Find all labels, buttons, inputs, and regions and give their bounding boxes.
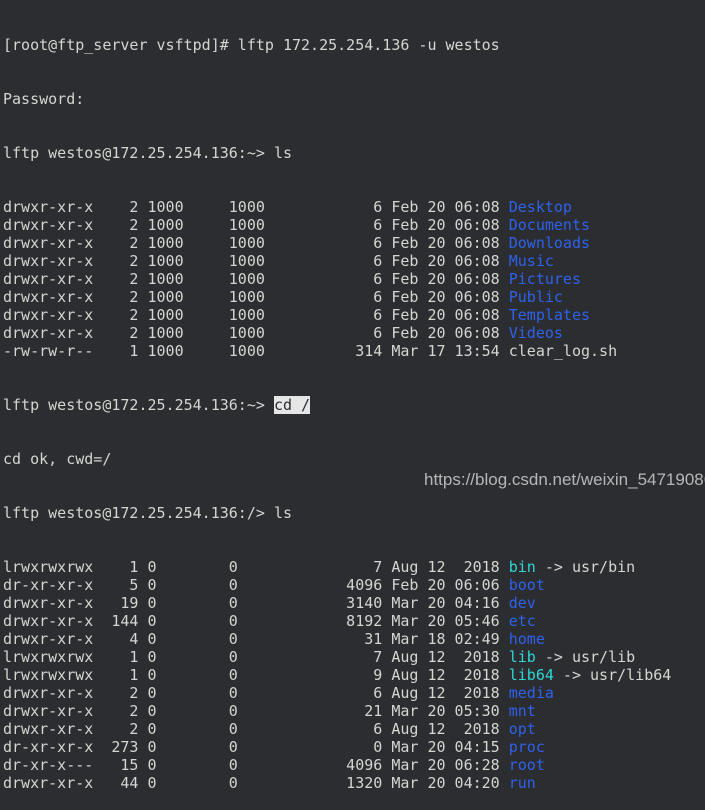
file-name[interactable]: dev [509,594,536,612]
file-meta: drwxr-xr-x 2 1000 1000 6 Feb 20 06:08 [3,234,509,252]
file-meta: drwxr-xr-x 2 1000 1000 6 Feb 20 06:08 [3,324,509,342]
file-name[interactable]: run [509,774,536,792]
list-item: drwxr-xr-x 2 1000 1000 6 Feb 20 06:08 Pu… [3,288,671,306]
prompt: lftp westos@172.25.254.136:~> [3,396,274,414]
file-name[interactable]: Desktop [509,198,572,216]
file-meta: drwxr-xr-x 2 1000 1000 6 Feb 20 06:08 [3,252,509,270]
file-name[interactable]: Videos [509,324,563,342]
file-meta: drwxr-xr-x 144 0 0 8192 Mar 20 05:46 [3,612,509,630]
file-meta: dr-xr-xr-x 5 0 0 4096 Feb 20 06:06 [3,576,509,594]
command-text: ls [273,144,292,162]
root-listing: lrwxrwxrwx 1 0 0 7 Aug 12 2018 bin -> us… [3,558,671,792]
file-name[interactable]: etc [509,612,536,630]
terminal-output[interactable]: [root@ftp_server vsftpd]# lftp 172.25.25… [3,0,671,810]
file-name[interactable]: boot [509,576,545,594]
list-item: drwxr-xr-x 2 0 0 21 Mar 20 05:30 mnt [3,702,671,720]
list-item: drwxr-xr-x 2 0 0 6 Aug 12 2018 media [3,684,671,702]
file-name[interactable]: Downloads [509,234,590,252]
file-meta: drwxr-xr-x 2 1000 1000 6 Feb 20 06:08 [3,270,509,288]
file-name[interactable]: media [509,684,554,702]
list-item: drwxr-xr-x 2 1000 1000 6 Feb 20 06:08 Vi… [3,324,671,342]
file-name[interactable]: proc [509,738,545,756]
file-name[interactable]: opt [509,720,536,738]
selected-command-text[interactable]: cd / [273,396,311,414]
link-target: -> usr/lib64 [553,666,672,684]
file-name[interactable]: home [509,630,545,648]
file-meta: drwxr-xr-x 4 0 0 31 Mar 18 02:49 [3,630,509,648]
file-name[interactable]: lib [509,648,536,666]
file-name[interactable]: bin [509,558,536,576]
file-name[interactable]: clear_log.sh [509,342,617,360]
file-meta: drwxr-xr-x 19 0 0 3140 Mar 20 04:16 [3,594,509,612]
file-meta: lrwxrwxrwx 1 0 0 7 Aug 12 2018 [3,558,509,576]
command-text: ls [273,504,292,522]
list-item: dr-xr-xr-x 5 0 0 4096 Feb 20 06:06 boot [3,576,671,594]
file-name[interactable]: mnt [509,702,536,720]
list-item: drwxr-xr-x 44 0 0 1320 Mar 20 04:20 run [3,774,671,792]
list-item: drwxr-xr-x 2 1000 1000 6 Feb 20 06:08 Do… [3,216,671,234]
file-name[interactable]: root [509,756,545,774]
list-item: drwxr-xr-x 2 1000 1000 6 Feb 20 06:08 Te… [3,306,671,324]
prompt-line: lftp westos@172.25.254.136:/> ls [3,504,671,522]
password-prompt: Password: [3,90,85,108]
file-meta: drwxr-xr-x 2 1000 1000 6 Feb 20 06:08 [3,198,509,216]
file-meta: dr-xr-x--- 15 0 0 4096 Mar 20 06:28 [3,756,509,774]
cd-result: cd ok, cwd=/ [3,450,112,468]
shell-command-line: [root@ftp_server vsftpd]# lftp 172.25.25… [3,36,671,54]
file-name[interactable]: Music [509,252,554,270]
list-item: dr-xr-x--- 15 0 0 4096 Mar 20 06:28 root [3,756,671,774]
list-item: drwxr-xr-x 2 1000 1000 6 Feb 20 06:08 De… [3,198,671,216]
list-item: drwxr-xr-x 144 0 0 8192 Mar 20 05:46 etc [3,612,671,630]
link-target: -> usr/bin [535,558,636,576]
password-prompt-line: Password: [3,90,671,108]
file-name[interactable]: Public [509,288,563,306]
file-name[interactable]: Documents [509,216,590,234]
file-meta: drwxr-xr-x 2 0 0 6 Aug 12 2018 [3,684,509,702]
list-item: -rw-rw-r-- 1 1000 1000 314 Mar 17 13:54 … [3,342,671,360]
file-name[interactable]: Pictures [509,270,581,288]
file-meta: drwxr-xr-x 2 1000 1000 6 Feb 20 06:08 [3,288,509,306]
link-target: -> usr/lib [535,648,636,666]
list-item: drwxr-xr-x 4 0 0 31 Mar 18 02:49 home [3,630,671,648]
list-item: drwxr-xr-x 2 1000 1000 6 Feb 20 06:08 Mu… [3,252,671,270]
prompt-line: lftp westos@172.25.254.136:~> ls [3,144,671,162]
file-meta: drwxr-xr-x 2 0 0 6 Aug 12 2018 [3,720,509,738]
file-meta: drwxr-xr-x 2 1000 1000 6 Feb 20 06:08 [3,306,509,324]
prompt: lftp westos@172.25.254.136:/> [3,504,274,522]
list-item: drwxr-xr-x 2 1000 1000 6 Feb 20 06:08 Pi… [3,270,671,288]
watermark: https://blog.csdn.net/weixin_54719086 [424,470,705,489]
file-meta: lrwxrwxrwx 1 0 0 7 Aug 12 2018 [3,648,509,666]
list-item: lrwxrwxrwx 1 0 0 9 Aug 12 2018 lib64 -> … [3,666,671,684]
prompt-line: lftp westos@172.25.254.136:~> cd / [3,396,671,414]
file-meta: dr-xr-xr-x 273 0 0 0 Mar 20 04:15 [3,738,509,756]
file-meta: lrwxrwxrwx 1 0 0 9 Aug 12 2018 [3,666,509,684]
list-item: lrwxrwxrwx 1 0 0 7 Aug 12 2018 bin -> us… [3,558,671,576]
list-item: drwxr-xr-x 19 0 0 3140 Mar 20 04:16 dev [3,594,671,612]
cd-result-line: cd ok, cwd=/ [3,450,671,468]
file-meta: -rw-rw-r-- 1 1000 1000 314 Mar 17 13:54 [3,342,509,360]
file-meta: drwxr-xr-x 2 1000 1000 6 Feb 20 06:08 [3,216,509,234]
list-item: drwxr-xr-x 2 1000 1000 6 Feb 20 06:08 Do… [3,234,671,252]
command-text: [root@ftp_server vsftpd]# lftp 172.25.25… [3,36,500,54]
home-listing: drwxr-xr-x 2 1000 1000 6 Feb 20 06:08 De… [3,198,671,360]
prompt: lftp westos@172.25.254.136:~> [3,144,274,162]
list-item: lrwxrwxrwx 1 0 0 7 Aug 12 2018 lib -> us… [3,648,671,666]
list-item: dr-xr-xr-x 273 0 0 0 Mar 20 04:15 proc [3,738,671,756]
list-item: drwxr-xr-x 2 0 0 6 Aug 12 2018 opt [3,720,671,738]
file-meta: drwxr-xr-x 2 0 0 21 Mar 20 05:30 [3,702,509,720]
file-meta: drwxr-xr-x 44 0 0 1320 Mar 20 04:20 [3,774,509,792]
file-name[interactable]: lib64 [509,666,554,684]
file-name[interactable]: Templates [509,306,590,324]
